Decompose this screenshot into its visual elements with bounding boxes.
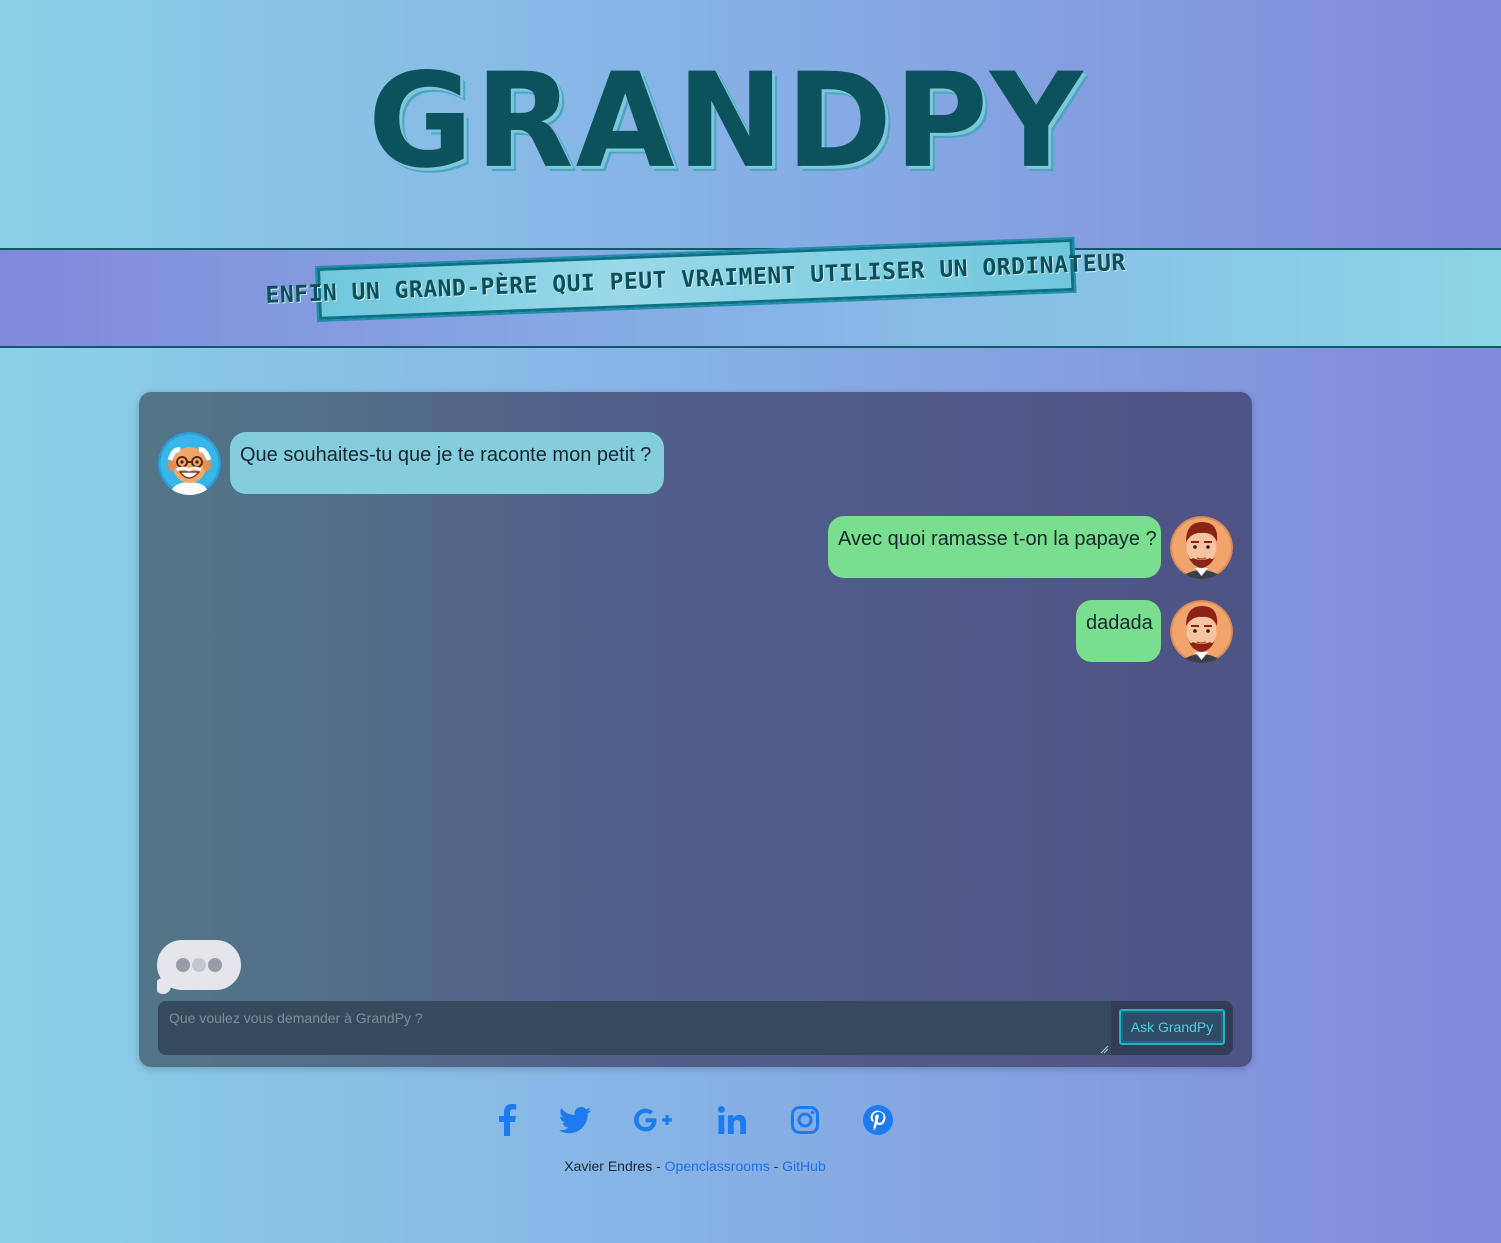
message-form: Ask GrandPy (158, 1001, 1233, 1055)
user-avatar-icon (1170, 516, 1233, 579)
user-message: Avec quoi ramasse t-on la papaye ? (828, 516, 1161, 578)
typing-indicator-icon (147, 940, 241, 1000)
grandpy-avatar-icon (158, 432, 221, 495)
resize-grip-icon[interactable] (1100, 1045, 1109, 1054)
github-link[interactable]: GitHub (782, 1158, 826, 1174)
pinterest-icon[interactable] (858, 1100, 898, 1140)
question-input[interactable] (158, 1001, 1111, 1055)
separator: - (656, 1158, 661, 1174)
google-plus-icon[interactable] (633, 1100, 673, 1140)
user-message: dadada (1076, 600, 1161, 662)
facebook-icon[interactable] (487, 1100, 527, 1140)
linkedin-icon[interactable] (712, 1100, 752, 1140)
user-avatar-icon (1170, 600, 1233, 663)
instagram-icon[interactable] (785, 1100, 825, 1140)
chat-panel: Que souhaites-tu que je te raconte mon p… (139, 392, 1252, 1067)
header: GRANDPY (0, 0, 1501, 248)
author-name: Xavier Endres (564, 1158, 653, 1174)
ask-grandpy-button[interactable]: Ask GrandPy (1119, 1009, 1225, 1045)
twitter-icon[interactable] (555, 1100, 595, 1140)
separator: - (773, 1158, 779, 1174)
openclassrooms-link[interactable]: Openclassrooms (665, 1158, 770, 1174)
site-title: GRANDPY (368, 45, 1085, 198)
bot-message: Que souhaites-tu que je te raconte mon p… (230, 432, 664, 494)
footer-credits: Xavier Endres - Openclassrooms - GitHub (0, 1158, 1390, 1174)
